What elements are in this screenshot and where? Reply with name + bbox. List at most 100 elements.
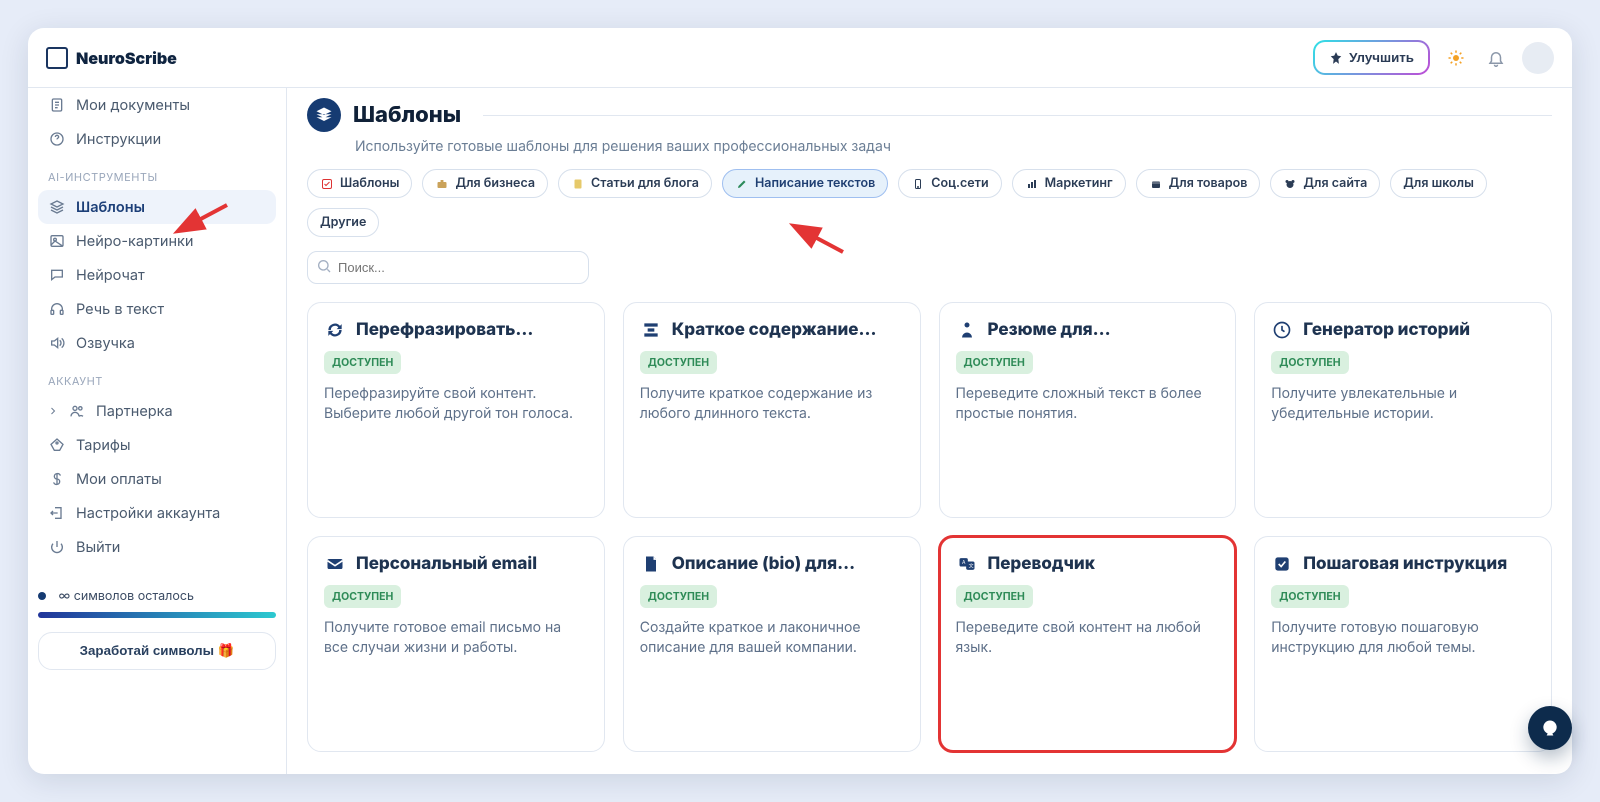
template-card[interactable]: Генератор историйДОСТУПЕНПолучите увлека… bbox=[1254, 302, 1552, 518]
card-description: Переведите свой контент на любой язык. bbox=[956, 618, 1220, 657]
card-head: Краткое содержание... bbox=[640, 319, 904, 341]
filter-pill[interactable]: Другие bbox=[307, 208, 379, 237]
page-title-row: Шаблоны bbox=[307, 98, 1552, 132]
doc2-icon bbox=[640, 553, 662, 575]
filter-pill[interactable]: Маркетинг bbox=[1012, 169, 1126, 198]
availability-badge: ДОСТУПЕН bbox=[324, 351, 401, 374]
improve-button[interactable]: Улучшить bbox=[1315, 42, 1428, 73]
sidebar-item[interactable]: Мои документы bbox=[38, 88, 276, 122]
box-icon bbox=[1149, 177, 1163, 191]
card-title: Генератор историй bbox=[1303, 320, 1470, 340]
sidebar-item[interactable]: Озвучка bbox=[38, 326, 276, 360]
sidebar-item[interactable]: Выйти bbox=[38, 530, 276, 564]
users-icon bbox=[68, 402, 86, 420]
filter-pill[interactable]: Для бизнеса bbox=[422, 169, 548, 198]
availability-badge: ДОСТУПЕН bbox=[956, 585, 1033, 608]
card-head: Резюме для... bbox=[956, 319, 1220, 341]
chart-icon bbox=[1025, 177, 1039, 191]
filter-pill-label: Статьи для блога bbox=[591, 176, 699, 191]
chat-icon bbox=[48, 266, 66, 284]
symbols-label: ∞ символов осталось bbox=[59, 589, 194, 604]
tag-icon bbox=[48, 436, 66, 454]
chat-fab[interactable] bbox=[1528, 706, 1572, 750]
earn-symbols-button[interactable]: Заработай символы 🎁 bbox=[38, 632, 276, 670]
help-icon bbox=[48, 130, 66, 148]
sidebar-item[interactable]: Партнерка bbox=[38, 394, 276, 428]
availability-badge: ДОСТУПЕН bbox=[324, 585, 401, 608]
sidebar-item-label: Выйти bbox=[76, 539, 120, 556]
sidebar: Мои документыИнструкции AI-ИНСТРУМЕНТЫ Ш… bbox=[28, 88, 287, 774]
filter-pill[interactable]: Написание текстов bbox=[722, 169, 888, 198]
doc-icon bbox=[48, 96, 66, 114]
card-head: Описание (bio) для... bbox=[640, 553, 904, 575]
filter-pill[interactable]: Для сайта bbox=[1270, 169, 1380, 198]
card-description: Перефразируйте свой контент. Выберите лю… bbox=[324, 384, 588, 423]
sidebar-item[interactable]: Нейро-картинки bbox=[38, 224, 276, 258]
template-card[interactable]: Резюме для... ДОСТУПЕН Переведите сложный … bbox=[939, 302, 1237, 518]
notifications-button[interactable] bbox=[1482, 44, 1510, 72]
header-actions: Улучшить bbox=[1313, 40, 1554, 75]
template-card[interactable]: Пошаговая инструкцияДОСТУПЕНПолучите гот… bbox=[1254, 536, 1552, 752]
sidebar-item[interactable]: Настройки аккаунта bbox=[38, 496, 276, 530]
template-card[interactable]: A文ПереводчикДОСТУПЕНПереведите свой конт… bbox=[939, 536, 1237, 752]
filter-pill-label: Для бизнеса bbox=[455, 176, 535, 191]
symbols-dot-icon bbox=[38, 592, 46, 600]
sidebar-item[interactable]: Речь в текст bbox=[38, 292, 276, 326]
avatar[interactable] bbox=[1522, 42, 1554, 74]
search-input[interactable] bbox=[307, 251, 589, 284]
page-title: Шаблоны bbox=[353, 102, 461, 128]
card-title: Персональный email bbox=[356, 554, 537, 574]
template-grid: Перефразировать... ДОСТУПЕН Перефразируйте… bbox=[307, 302, 1552, 752]
filter-pill[interactable]: Для товаров bbox=[1136, 169, 1261, 198]
sidebar-item[interactable]: Шаблоны bbox=[38, 190, 276, 224]
availability-badge: ДОСТУПЕН bbox=[956, 351, 1033, 374]
mail-icon bbox=[324, 553, 346, 575]
sidebar-item-label: Настройки аккаунта bbox=[76, 505, 220, 522]
svg-text:文: 文 bbox=[968, 562, 973, 569]
filter-pill[interactable]: Для школы bbox=[1390, 169, 1487, 198]
app-window: NeuroScribe Улучшить Мои документы Инстру… bbox=[28, 28, 1572, 774]
template-card[interactable]: Персональный emailДОСТУПЕНПолучите готов… bbox=[307, 536, 605, 752]
rocket-icon bbox=[1329, 51, 1343, 65]
filter-pill[interactable]: Статьи для блога bbox=[558, 169, 712, 198]
card-description: Создайте краткое и лаконичное описание д… bbox=[640, 618, 904, 657]
sidebar-item-label: Шаблоны bbox=[76, 199, 145, 216]
card-head: Перефразировать... bbox=[324, 319, 588, 341]
refresh-icon bbox=[324, 319, 346, 341]
sidebar-item[interactable]: Мои оплаты bbox=[38, 462, 276, 496]
page-title-icon bbox=[307, 98, 341, 132]
card-head: A文Переводчик bbox=[956, 553, 1220, 575]
template-card[interactable]: Перефразировать... ДОСТУПЕН Перефразируйте… bbox=[307, 302, 605, 518]
sidebar-item[interactable]: Тарифы bbox=[38, 428, 276, 462]
header: NeuroScribe Улучшить bbox=[28, 28, 1572, 88]
sidebar-item[interactable]: Нейрочат bbox=[38, 258, 276, 292]
card-description: Переведите сложный текст в более простые… bbox=[956, 384, 1220, 423]
page-subtitle: Используйте готовые шаблоны для решения … bbox=[355, 138, 1552, 155]
clock-icon bbox=[1271, 319, 1293, 341]
filter-pill-label: Для товаров bbox=[1169, 176, 1248, 191]
filter-pills: Шаблоны Для бизнеса Статьи для блога Написа… bbox=[307, 169, 1552, 237]
availability-badge: ДОСТУПЕН bbox=[640, 351, 717, 374]
main: Шаблоны Используйте готовые шаблоны для … bbox=[287, 88, 1572, 774]
theme-toggle-button[interactable] bbox=[1442, 44, 1470, 72]
title-divider bbox=[483, 115, 1552, 116]
person-icon bbox=[956, 319, 978, 341]
filter-pill[interactable]: Шаблоны bbox=[307, 169, 412, 198]
availability-badge: ДОСТУПЕН bbox=[640, 585, 717, 608]
brand-logo-icon bbox=[46, 47, 68, 69]
note-icon bbox=[571, 177, 585, 191]
pen-icon bbox=[735, 177, 749, 191]
sidebar-item[interactable]: Инструкции bbox=[38, 122, 276, 156]
sidebar-item-label: Инструкции bbox=[76, 131, 161, 148]
brand[interactable]: NeuroScribe bbox=[46, 47, 177, 69]
card-head: Персональный email bbox=[324, 553, 588, 575]
dollar-icon bbox=[48, 470, 66, 488]
filter-pill[interactable]: Соц.сети bbox=[898, 169, 1001, 198]
check-icon bbox=[320, 177, 334, 191]
template-card[interactable]: Краткое содержание... ДОСТУПЕН Получите кр… bbox=[623, 302, 921, 518]
card-description: Получите краткое содержание из любого дл… bbox=[640, 384, 904, 423]
template-card[interactable]: Описание (bio) для... ДОСТУПЕН Создайте кр… bbox=[623, 536, 921, 752]
filter-pill-label: Другие bbox=[320, 215, 366, 230]
card-title: Переводчик bbox=[988, 554, 1095, 574]
card-head: Генератор историй bbox=[1271, 319, 1535, 341]
